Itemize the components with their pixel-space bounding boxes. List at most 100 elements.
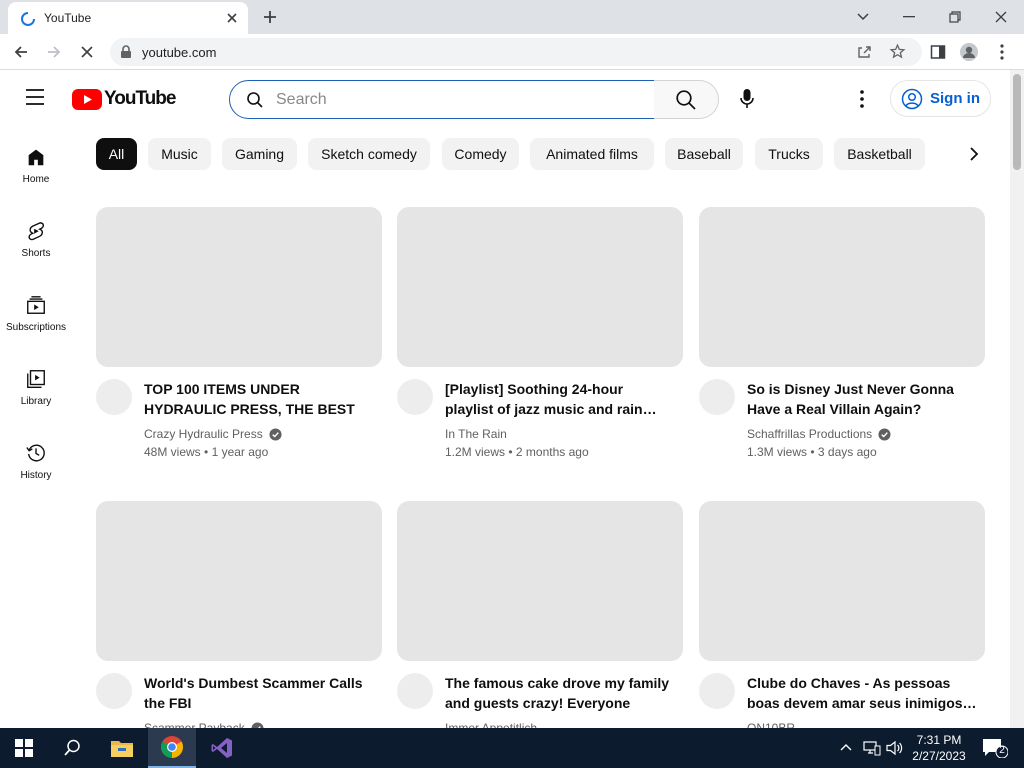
channel-avatar[interactable] (699, 379, 735, 415)
channel-name[interactable]: In The Rain (445, 427, 507, 441)
video-title[interactable]: The famous cake drove my family and gues… (445, 673, 675, 713)
windows-logo-icon (15, 739, 33, 757)
network-icon[interactable] (863, 740, 881, 756)
sidebar-item-shorts[interactable]: Shorts (0, 200, 72, 270)
chrome-app[interactable] (148, 728, 196, 768)
youtube-logo[interactable]: YouTube (72, 88, 176, 110)
search-input[interactable] (276, 89, 636, 111)
video-card[interactable]: TOP 100 ITEMS UNDER HYDRAULIC PRESS, THE… (96, 207, 382, 459)
chip-baseball[interactable]: Baseball (665, 138, 743, 170)
tab-search-icon[interactable] (852, 6, 874, 28)
video-thumbnail[interactable] (699, 501, 985, 661)
search-icon (64, 739, 80, 756)
more-options-icon[interactable] (850, 88, 874, 110)
video-title[interactable]: Clube do Chaves - As pessoas boas devem … (747, 673, 977, 713)
chip-sketch-comedy[interactable]: Sketch comedy (308, 138, 430, 170)
search-box[interactable] (229, 80, 655, 119)
visual-studio-icon (211, 738, 232, 758)
visual-studio-app[interactable] (198, 728, 246, 768)
minimize-icon[interactable] (898, 6, 920, 28)
video-age: 2 months ago (515, 445, 589, 459)
profile-icon[interactable] (959, 42, 979, 62)
back-icon[interactable] (11, 42, 31, 62)
video-meta: 1.2M views • 2 months ago (445, 445, 589, 459)
action-center-button[interactable]: 2 (982, 738, 1008, 758)
channel-avatar[interactable] (96, 673, 132, 709)
video-meta: 48M views • 1 year ago (144, 445, 269, 459)
chip-comedy[interactable]: Comedy (442, 138, 519, 170)
video-age: 3 days ago (817, 445, 877, 459)
video-card[interactable]: So is Disney Just Never Gonna Have a Rea… (699, 207, 985, 459)
channel-avatar[interactable] (96, 379, 132, 415)
chip-trucks[interactable]: Trucks (755, 138, 823, 170)
sidebar-item-library[interactable]: Library (0, 348, 72, 418)
channel-name[interactable]: Schaffrillas Productions (747, 427, 891, 441)
chip-music[interactable]: Music (148, 138, 211, 170)
hamburger-menu-icon[interactable] (24, 88, 46, 106)
chip-all[interactable]: All (96, 138, 137, 170)
bookmark-star-icon[interactable] (889, 43, 906, 60)
voice-search-button[interactable] (730, 82, 764, 116)
new-tab-icon[interactable] (261, 8, 279, 26)
channel-name-text[interactable]: Schaffrillas Productions (747, 427, 872, 441)
address-bar[interactable]: youtube.com (110, 38, 922, 66)
video-title[interactable]: So is Disney Just Never Gonna Have a Rea… (747, 379, 977, 419)
video-thumbnail[interactable] (397, 501, 683, 661)
page-scrollbar[interactable] (1010, 70, 1024, 728)
video-title[interactable]: TOP 100 ITEMS UNDER HYDRAULIC PRESS, THE… (144, 379, 374, 419)
video-thumbnail[interactable] (96, 207, 382, 367)
url-text[interactable]: youtube.com (142, 45, 216, 60)
sign-in-button[interactable]: Sign in (890, 80, 991, 117)
show-hidden-icons-icon[interactable] (840, 743, 852, 751)
file-explorer-app[interactable] (98, 728, 146, 768)
chip-animated-films[interactable]: Animated films (530, 138, 654, 170)
video-thumbnail[interactable] (699, 207, 985, 367)
browser-tab[interactable]: YouTube (8, 2, 248, 34)
channel-name-text[interactable]: In The Rain (445, 427, 507, 441)
channel-name-text[interactable]: Crazy Hydraulic Press (144, 427, 263, 441)
search-button[interactable] (654, 80, 719, 119)
video-views: 48M views (144, 445, 201, 459)
chip-basketball[interactable]: Basketball (834, 138, 925, 170)
video-views: 1.3M views (747, 445, 808, 459)
forward-icon[interactable] (44, 42, 64, 62)
system-clock[interactable]: 7:31 PM 2/27/2023 (908, 732, 970, 764)
home-icon (28, 149, 44, 166)
side-panel-icon[interactable] (928, 42, 948, 62)
video-card[interactable]: The famous cake drove my family and gues… (397, 501, 683, 735)
stop-loading-icon[interactable] (77, 42, 97, 62)
taskbar-search-button[interactable] (48, 728, 96, 768)
close-tab-icon[interactable] (224, 10, 240, 26)
share-icon[interactable] (856, 44, 872, 60)
volume-icon[interactable] (886, 740, 904, 756)
restore-icon[interactable] (944, 6, 966, 28)
video-title[interactable]: World's Dumbest Scammer Calls the FBI (144, 673, 374, 713)
sign-in-label: Sign in (930, 90, 980, 107)
channel-avatar[interactable] (397, 673, 433, 709)
video-thumbnail[interactable] (96, 501, 382, 661)
lock-icon[interactable] (120, 45, 132, 59)
chevron-right-icon[interactable] (964, 144, 984, 164)
browser-toolbar: youtube.com (0, 34, 1024, 70)
close-window-icon[interactable] (990, 6, 1012, 28)
start-button[interactable] (0, 728, 48, 768)
channel-name[interactable]: Crazy Hydraulic Press (144, 427, 282, 441)
video-card[interactable]: Clube do Chaves - As pessoas boas devem … (699, 501, 985, 735)
sidebar-item-home[interactable]: Home (0, 126, 72, 196)
video-card[interactable]: [Playlist] Soothing 24-hour playlist of … (397, 207, 683, 459)
youtube-logo-icon (72, 88, 102, 110)
video-thumbnail[interactable] (397, 207, 683, 367)
sidebar-item-subscriptions[interactable]: Subscriptions (0, 274, 72, 344)
channel-avatar[interactable] (699, 673, 735, 709)
channel-avatar[interactable] (397, 379, 433, 415)
shorts-icon (28, 222, 45, 241)
video-card[interactable]: World's Dumbest Scammer Calls the FBI Sc… (96, 501, 382, 735)
subscriptions-icon (27, 296, 45, 314)
scrollbar-thumb[interactable] (1013, 74, 1021, 170)
folder-icon (111, 741, 133, 757)
video-title[interactable]: [Playlist] Soothing 24-hour playlist of … (445, 379, 675, 419)
browser-menu-icon[interactable] (992, 42, 1012, 62)
search-button-icon (676, 89, 696, 110)
chip-gaming[interactable]: Gaming (222, 138, 297, 170)
sidebar-item-history[interactable]: History (0, 422, 72, 492)
